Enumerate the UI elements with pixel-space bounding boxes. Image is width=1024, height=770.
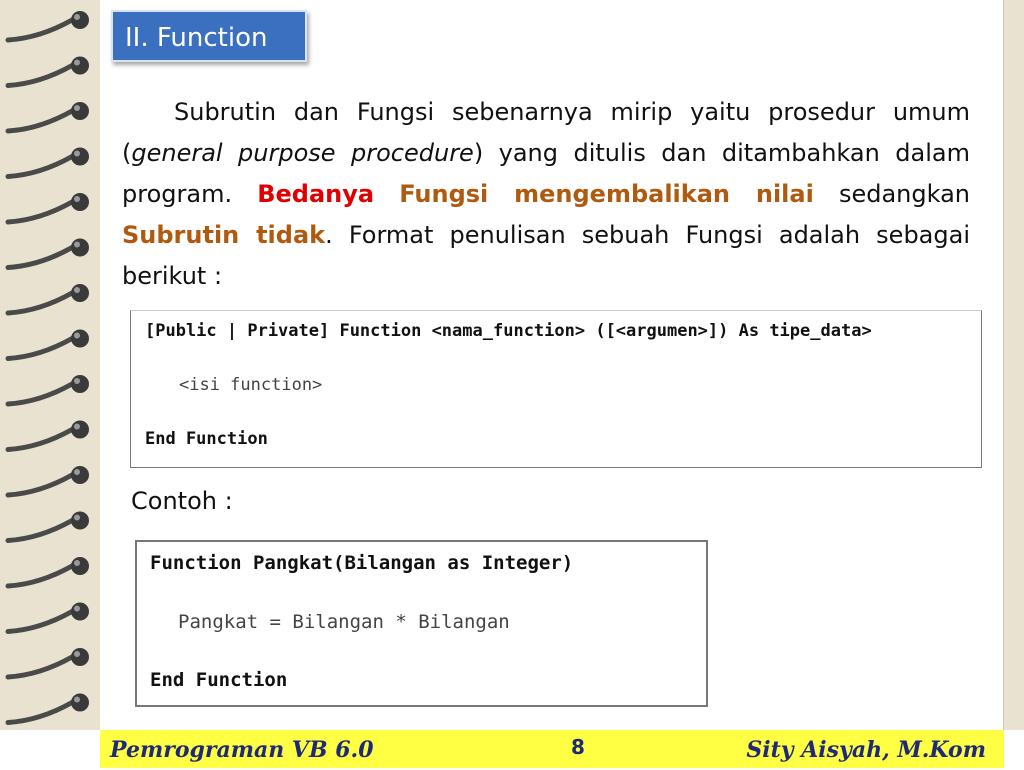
para-highlight-fungsi: Fungsi mengembalikan nilai [399, 180, 814, 208]
binder-ring [5, 375, 89, 407]
binder-ring [5, 648, 89, 680]
binder-rings [5, 11, 89, 725]
binder-ring [5, 102, 89, 134]
format-code-line-1: [Public | Private] Function <nama_functi… [145, 321, 872, 341]
example-code-line-2: Pangkat = Bilangan * Bilangan [178, 611, 510, 633]
binder-ring [5, 238, 89, 270]
binder-ring [5, 557, 89, 589]
format-code-line-2: <isi function> [179, 375, 323, 395]
binder-ring [5, 11, 89, 43]
footer-course-name: Pemrograman VB 6.0 [110, 737, 374, 763]
binder-ring [5, 284, 89, 316]
footer-author: Sity Aisyah, M.Kom [746, 737, 986, 763]
footer-bar: Pemrograman VB 6.0 Sity Aisyah, M.Kom [100, 730, 1004, 768]
para-highlight-bedanya: Bedanya [257, 180, 375, 208]
para-text-3: sedangkan [813, 180, 970, 208]
binder-ring [5, 56, 89, 88]
example-code-line-3: End Function [150, 669, 288, 691]
binder-ring [5, 147, 89, 179]
binder-ring [5, 420, 89, 452]
page-number: 8 [571, 735, 585, 759]
slide-title: II. Function [111, 10, 307, 62]
binder-ring [5, 193, 89, 225]
para-space [374, 180, 399, 208]
description-paragraph: Subrutin dan Fungsi sebenarnya mirip yai… [122, 92, 970, 297]
paper-edge [1003, 0, 1024, 730]
para-italic-term: general purpose procedure [131, 139, 474, 167]
binder-ring [5, 693, 89, 725]
binder-ring [5, 602, 89, 634]
example-code-box: Function Pangkat(Bilangan as Integer) Pa… [135, 540, 708, 707]
para-highlight-subrutin: Subrutin tidak [122, 221, 326, 249]
binder-ring [5, 511, 89, 543]
format-code-line-3: End Function [145, 429, 268, 449]
contoh-label: Contoh : [131, 487, 233, 515]
binder-ring [5, 466, 89, 498]
binder-ring [5, 329, 89, 361]
example-code-line-1: Function Pangkat(Bilangan as Integer) [150, 552, 574, 574]
format-code-box: [Public | Private] Function <nama_functi… [130, 310, 982, 468]
